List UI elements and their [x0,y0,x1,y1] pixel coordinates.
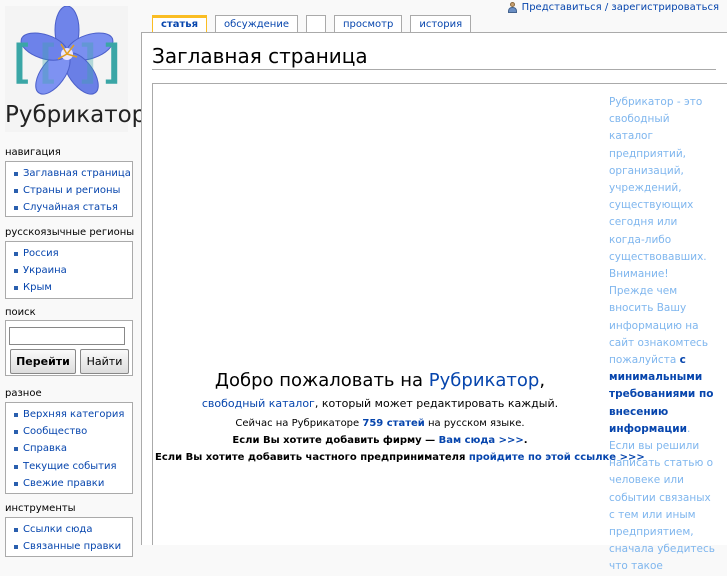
misc-item-current-events[interactable]: Текущие события [14,458,132,475]
tools-item-what-links-here[interactable]: Ссылки сюда [14,521,132,538]
tools-item-related-changes[interactable]: Связанные правки [14,538,132,555]
svg-text:[: [ [33,35,61,89]
misc-item-help[interactable]: Справка [14,440,132,457]
nav-item-main-page[interactable]: Заглавная страница [14,165,132,182]
misc-item-community[interactable]: Сообщество [14,423,132,440]
add-entrepreneur-line: Если Вы хотите добавить частного предпри… [155,452,645,463]
search-heading: поиск [5,307,36,318]
welcome-prefix: Добро пожаловать на [214,370,429,391]
go-button[interactable]: Перейти [10,349,76,374]
page-tabs: статья обсуждение просмотр история [152,15,472,32]
regions-heading: русскоязычные регионы [5,227,135,238]
add-company-link[interactable]: Вам сюда >>> [439,435,524,446]
svg-text:[: [ [7,35,35,89]
tab-discussion[interactable]: обсуждение [215,15,298,32]
article-count-line: Сейчас на Рубрикаторе 759 статей на русс… [155,418,605,429]
nav-item-countries[interactable]: Страны и регионы [14,182,132,199]
article-count-suffix: на русском языке. [424,418,525,429]
logo-text: Рубрикатор [5,102,147,128]
find-button[interactable]: Найти [80,349,129,374]
tab-article[interactable]: статья [152,15,208,32]
regions-portlet: Россия Украина Крым [5,241,133,299]
search-portlet: Перейти Найти [5,320,133,376]
search-input[interactable] [9,327,125,345]
site-link[interactable]: Рубрикатор [429,370,540,391]
add-company-prefix: Если Вы хотите добавить фирму — [232,435,439,446]
svg-text:]: ] [99,35,127,89]
misc-item-recent-changes[interactable]: Свежие правки [14,475,132,492]
misc-portlet: Верхняя категория Сообщество Справка Тек… [5,402,133,494]
misc-heading: разное [5,388,42,399]
tools-portlet: Ссылки сюда Связанные правки [5,517,133,557]
add-company-line: Если Вы хотите добавить фирму — Вам сюда… [155,435,605,446]
welcome-suffix: , [539,370,546,391]
requirements-link[interactable]: с минимальными требованиями по внесению … [609,354,713,435]
add-company-suffix: . [523,435,528,446]
region-item-ukraine[interactable]: Украина [14,262,132,279]
add-entrepreneur-prefix: Если Вы хотите добавить частного предпри… [155,452,469,463]
region-item-russia[interactable]: Россия [14,245,132,262]
navigation-heading: навигация [5,147,61,158]
side-note-text: Рубрикатор - это свободный каталог предп… [609,96,709,367]
page-title: Заглавная страница [152,44,368,68]
welcome-block: Добро пожаловать на Рубрикатор, свободны… [155,370,645,463]
side-note-text-end: . Если вы решили написать статью о челов… [609,422,715,573]
navigation-portlet: Заглавная страница Страны и регионы Случ… [5,161,133,217]
user-icon [507,1,518,13]
tab-view[interactable]: просмотр [333,15,403,32]
free-catalog-link[interactable]: свободный каталог [202,397,315,410]
article-count-prefix: Сейчас на Рубрикаторе [235,418,363,429]
article-count-link[interactable]: 759 статей [362,418,424,429]
welcome-subtitle: свободный каталог, который может редакти… [155,397,605,410]
side-note: Рубрикатор - это свободный каталог предп… [609,94,715,576]
welcome-heading: Добро пожаловать на Рубрикатор, [155,370,605,391]
title-divider [152,69,716,70]
tools-heading: инструменты [5,503,76,514]
tab-unlabeled[interactable] [305,15,326,32]
nav-item-random[interactable]: Случайная статья [14,199,132,216]
tab-history[interactable]: история [410,15,472,32]
personal-tools: Представиться / зарегистрироваться [507,0,719,14]
subtitle-rest: , который может редактировать каждый. [314,397,559,410]
login-link[interactable]: Представиться / зарегистрироваться [522,2,719,13]
region-item-crimea[interactable]: Крым [14,279,132,296]
misc-item-top-category[interactable]: Верхняя категория [14,406,132,423]
site-logo[interactable]: [ [ ] ] Рубрикатор [5,6,147,132]
